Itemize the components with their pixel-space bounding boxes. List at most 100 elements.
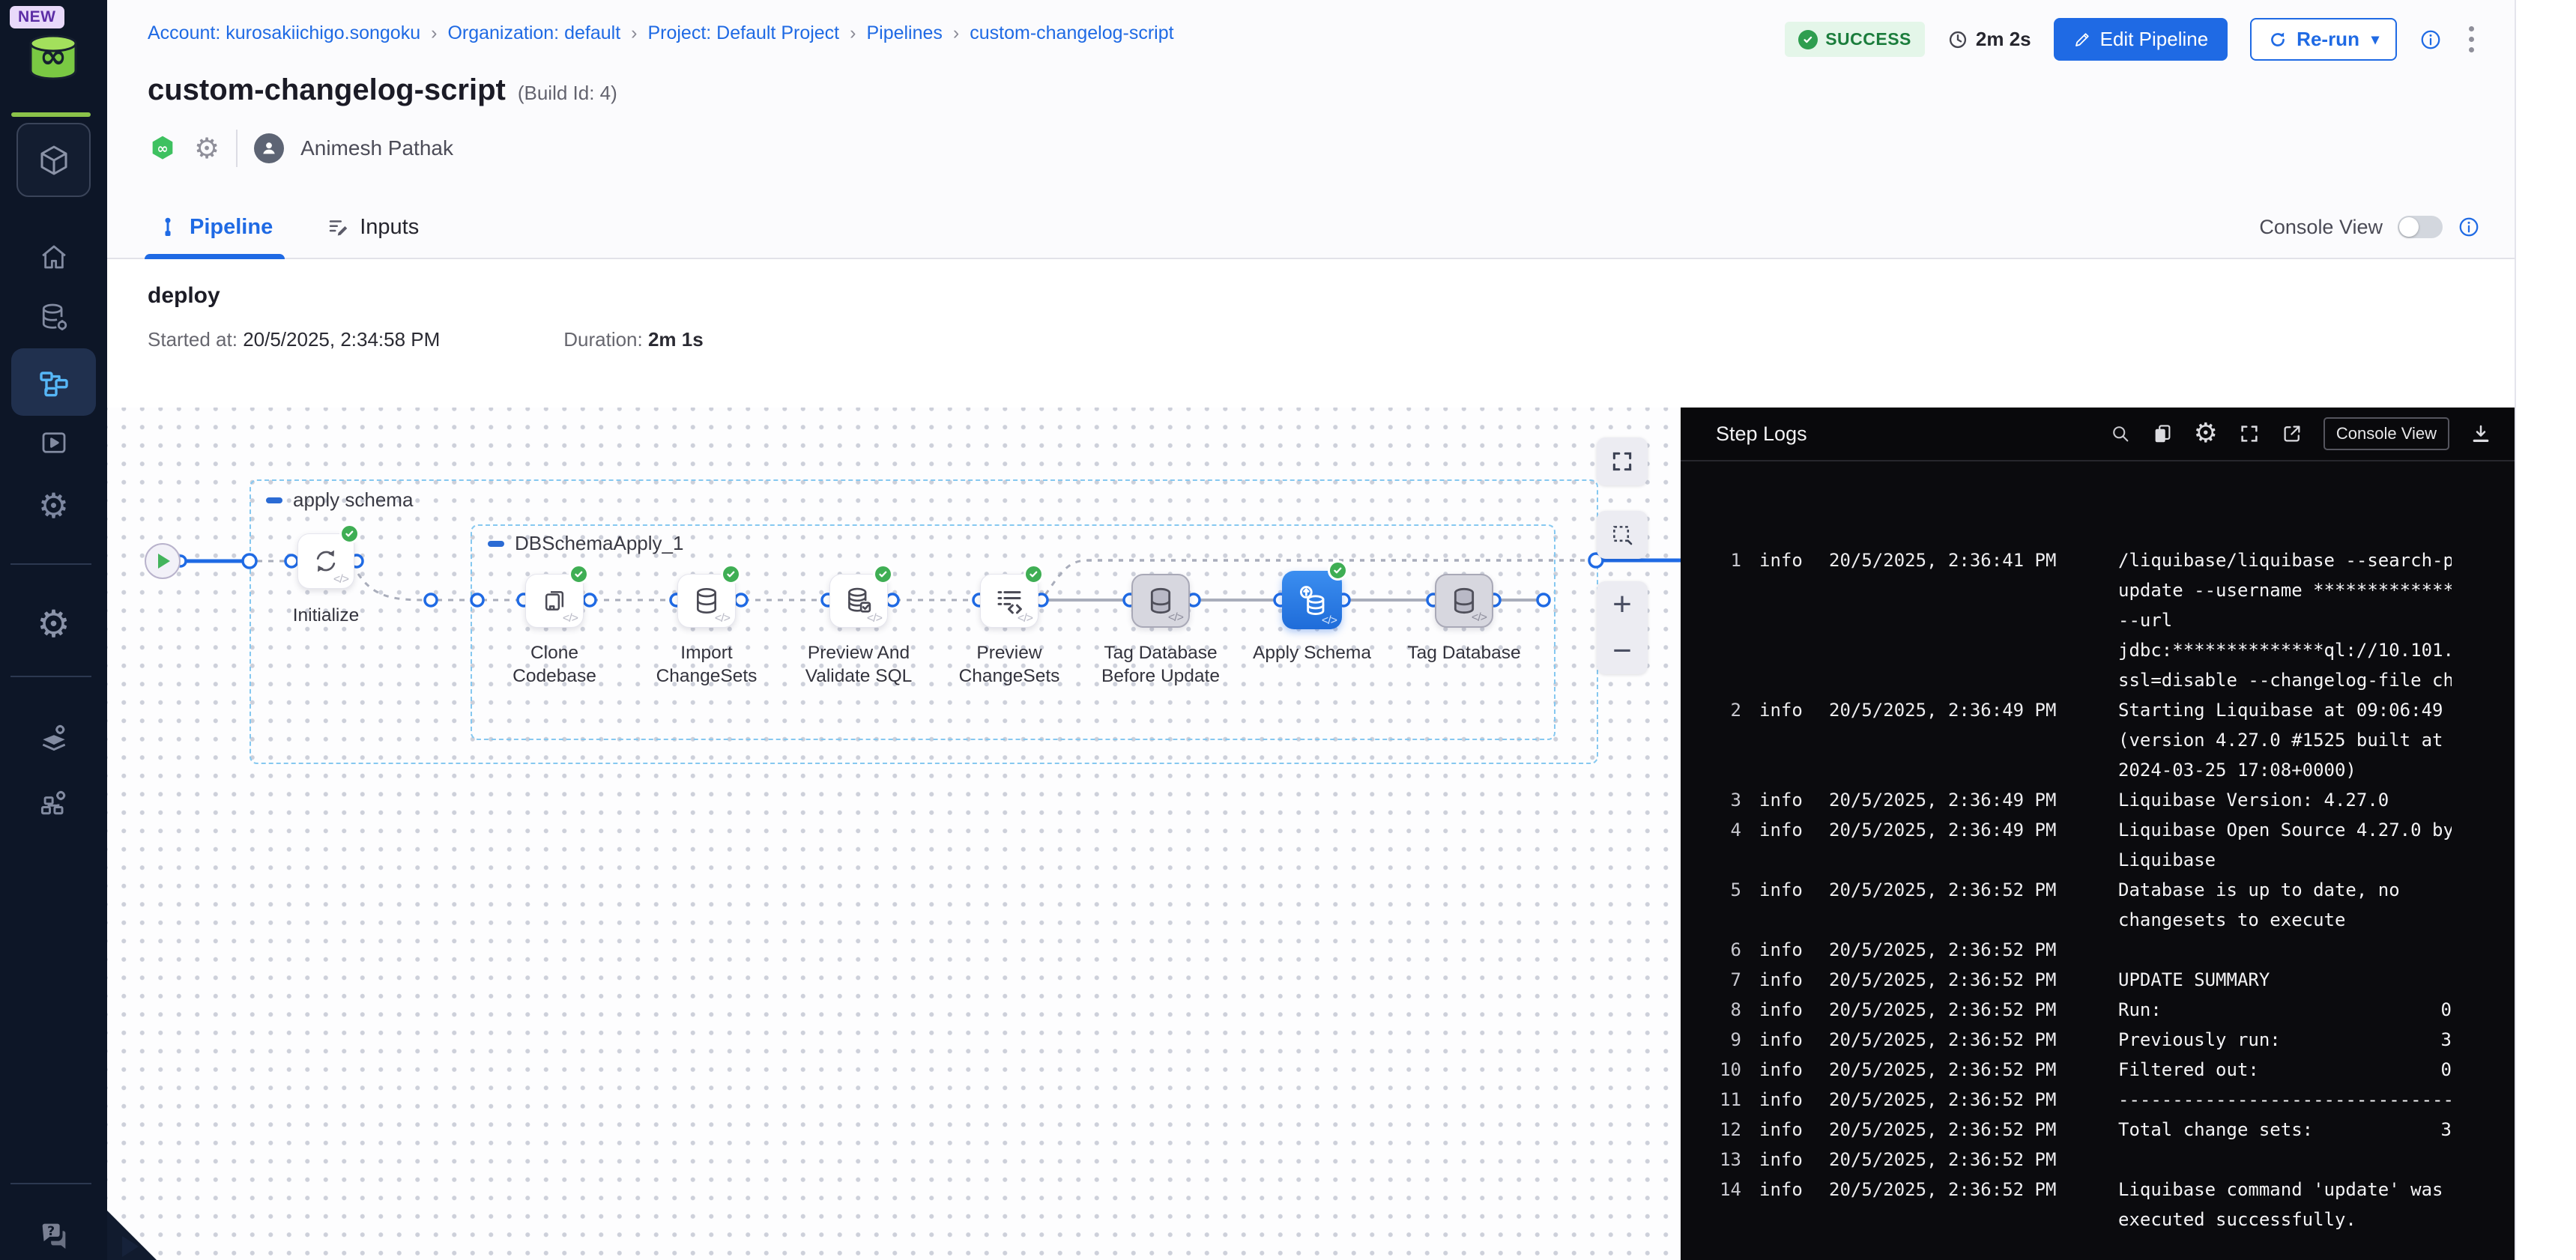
clone-codebase-icon bbox=[539, 586, 569, 616]
pipeline-node-preview-changesets[interactable]: </> bbox=[980, 574, 1038, 628]
breadcrumb-separator: › bbox=[953, 22, 959, 44]
log-timestamp: 20/5/2025, 2:36:52 PM bbox=[1824, 995, 2118, 1025]
stage-meta: Started at: 20/5/2025, 2:34:58 PM Durati… bbox=[148, 328, 2576, 351]
breadcrumb-account[interactable]: Account: kurosakiichigo.songoku bbox=[148, 22, 420, 44]
sidebar-item-pipelines-active[interactable] bbox=[11, 348, 96, 416]
pipeline-start-node[interactable] bbox=[145, 543, 181, 579]
pipeline-settings-gear-icon[interactable]: ⚙ bbox=[194, 134, 220, 163]
gear-icon[interactable]: ⚙ bbox=[2194, 420, 2218, 447]
code-glyph: </> bbox=[333, 573, 348, 587]
search-icon[interactable] bbox=[2110, 423, 2131, 444]
canvas-select-marquee-button[interactable] bbox=[1597, 511, 1648, 559]
breadcrumb-separator: › bbox=[850, 22, 856, 44]
log-body[interactable]: 1 info 20/5/2025, 2:36:41 PM /liquibase/… bbox=[1681, 461, 2515, 1235]
breadcrumb-project[interactable]: Project: Default Project bbox=[647, 22, 839, 44]
vertical-divider bbox=[236, 130, 238, 167]
sidebar-item-help[interactable]: ? bbox=[0, 1218, 107, 1253]
infrastructure-settings-icon bbox=[37, 787, 70, 820]
breadcrumb-pipelines[interactable]: Pipelines bbox=[866, 22, 942, 44]
info-icon[interactable] bbox=[2458, 216, 2480, 238]
pipeline-node-import-changesets[interactable]: </> bbox=[677, 574, 736, 628]
log-row: 11 info 20/5/2025, 2:36:52 PM ----------… bbox=[1681, 1085, 2515, 1115]
breadcrumb-organization[interactable]: Organization: default bbox=[447, 22, 620, 44]
breadcrumb-current[interactable]: custom-changelog-script bbox=[970, 22, 1173, 44]
sidebar-item-infrastructure-settings[interactable] bbox=[0, 787, 107, 820]
log-level: info bbox=[1741, 1085, 1824, 1115]
code-glyph: </> bbox=[563, 612, 578, 626]
log-timestamp: 20/5/2025, 2:36:52 PM bbox=[1824, 875, 2118, 905]
console-view-toggle[interactable] bbox=[2398, 216, 2443, 238]
pipeline-node-apply-schema[interactable]: </> bbox=[1282, 571, 1342, 629]
breadcrumb-separator: › bbox=[631, 22, 637, 44]
sidebar-item-executions[interactable] bbox=[0, 427, 107, 458]
executions-icon bbox=[38, 427, 70, 458]
log-row: 13 info 20/5/2025, 2:36:52 PM bbox=[1681, 1145, 2515, 1175]
node-label-tag-database: Tag Database bbox=[1389, 641, 1539, 664]
log-timestamp: 20/5/2025, 2:36:49 PM bbox=[1824, 815, 2118, 845]
log-level: info bbox=[1741, 1055, 1824, 1085]
info-icon[interactable] bbox=[2419, 28, 2442, 51]
sidebar-item-module[interactable] bbox=[16, 123, 91, 197]
node-label-initialize: Initialize bbox=[251, 604, 401, 627]
pipeline-node-preview-validate-sql[interactable]: </> bbox=[829, 574, 888, 628]
log-line-number: 2 bbox=[1708, 695, 1741, 725]
sidebar: NEW ∞ bbox=[0, 0, 107, 1260]
open-external-icon[interactable] bbox=[2281, 422, 2303, 445]
sidebar-item-settings-outline[interactable]: ⚙ bbox=[0, 488, 107, 523]
more-options-kebab-icon[interactable] bbox=[2464, 22, 2479, 57]
apply-schema-upload-database-icon bbox=[1295, 583, 1329, 617]
log-timestamp bbox=[1824, 665, 2118, 695]
sidebar-item-database-settings[interactable] bbox=[0, 301, 107, 334]
log-timestamp: 20/5/2025, 2:36:52 PM bbox=[1824, 1175, 2118, 1205]
download-icon[interactable] bbox=[2470, 422, 2492, 445]
success-check-icon bbox=[1798, 30, 1818, 49]
sidebar-item-settings[interactable]: ⚙ bbox=[0, 605, 107, 643]
svg-text:∞: ∞ bbox=[157, 142, 168, 157]
author-name: Animesh Pathak bbox=[300, 136, 453, 160]
sidebar-item-layers-settings[interactable] bbox=[0, 721, 107, 754]
log-level bbox=[1741, 605, 1824, 635]
rerun-button[interactable]: Re-run ▾ bbox=[2250, 18, 2397, 61]
pipeline-node-clone-codebase[interactable]: </> bbox=[525, 574, 584, 628]
edit-pipeline-button[interactable]: Edit Pipeline bbox=[2054, 18, 2228, 61]
sidebar-item-home[interactable] bbox=[0, 241, 107, 273]
log-timestamp: 20/5/2025, 2:36:52 PM bbox=[1824, 1145, 2118, 1175]
inputs-tab-icon bbox=[327, 216, 349, 238]
pipeline-node-tag-database-before-update[interactable]: </> bbox=[1131, 574, 1190, 628]
log-row: update --username ************** --pa bbox=[1681, 575, 2515, 605]
zoom-in-button[interactable]: + bbox=[1597, 581, 1648, 628]
fullscreen-icon[interactable] bbox=[2238, 422, 2261, 445]
log-row: 10 info 20/5/2025, 2:36:52 PM Filtered o… bbox=[1681, 1055, 2515, 1085]
node-label-preview-changesets: PreviewChangeSets bbox=[934, 641, 1084, 688]
console-view-button[interactable]: Console View bbox=[2323, 417, 2449, 450]
pipeline-node-tag-database[interactable]: </> bbox=[1435, 574, 1493, 628]
log-line-number: 9 bbox=[1708, 1025, 1741, 1055]
node-label-clone: CloneCodebase bbox=[480, 641, 629, 688]
log-line-number: 8 bbox=[1708, 995, 1741, 1025]
log-line-number: 10 bbox=[1708, 1055, 1741, 1085]
log-row: 8 info 20/5/2025, 2:36:52 PM Run: 0 bbox=[1681, 995, 2515, 1025]
code-glyph: </> bbox=[867, 612, 882, 626]
workspace: apply schema DBSchemaApply_1 bbox=[107, 408, 2576, 1260]
pipeline-node-initialize[interactable]: </> bbox=[297, 533, 354, 589]
code-glyph: </> bbox=[1018, 612, 1032, 626]
pipelines-icon bbox=[36, 364, 72, 400]
duration-value: 2m 1s bbox=[648, 328, 704, 351]
log-line-number bbox=[1708, 575, 1741, 605]
success-check-icon bbox=[873, 564, 893, 584]
zoom-out-button[interactable]: − bbox=[1597, 628, 1648, 674]
expand-panel-arrow-icon[interactable] bbox=[122, 1236, 139, 1257]
tab-pipeline[interactable]: Pipeline bbox=[157, 196, 273, 258]
tab-inputs[interactable]: Inputs bbox=[327, 196, 419, 258]
pipeline-canvas[interactable]: apply schema DBSchemaApply_1 bbox=[107, 408, 1681, 1260]
log-level: info bbox=[1741, 1175, 1824, 1205]
database-infinity-logo[interactable]: ∞ bbox=[25, 33, 82, 90]
canvas-fullscreen-button[interactable] bbox=[1597, 437, 1648, 485]
log-level: info bbox=[1741, 695, 1824, 725]
log-line-number: 1 bbox=[1708, 545, 1741, 575]
log-timestamp: 20/5/2025, 2:36:52 PM bbox=[1824, 935, 2118, 965]
tab-inputs-label: Inputs bbox=[360, 215, 419, 240]
initialize-refresh-icon bbox=[311, 546, 341, 576]
copy-icon[interactable] bbox=[2151, 422, 2174, 445]
log-level bbox=[1741, 635, 1824, 665]
